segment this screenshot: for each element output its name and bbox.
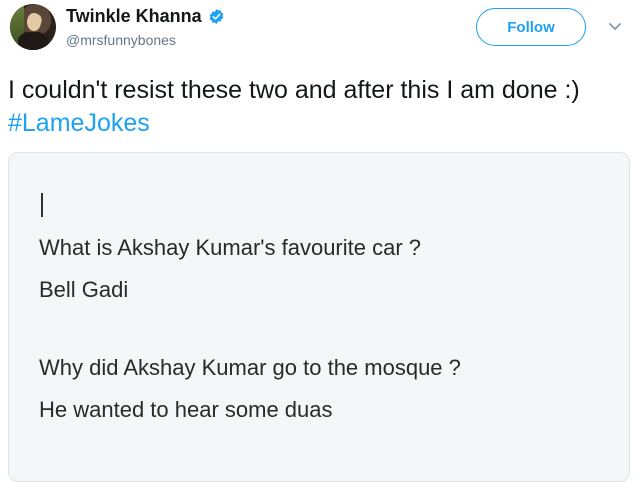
hashtag-link[interactable]: #LameJokes (8, 109, 150, 137)
avatar-body (18, 32, 48, 50)
tweet-body-text: I couldn't resist these two and after th… (8, 76, 580, 104)
avatar[interactable] (10, 4, 56, 50)
tweet-image[interactable]: What is Akshay Kumar's favourite car ? B… (8, 152, 630, 482)
name-row: Twinkle Khanna (66, 6, 225, 27)
follow-button[interactable]: Follow (476, 8, 586, 46)
joke-question-1: What is Akshay Kumar's favourite car ? (39, 235, 422, 260)
user-handle[interactable]: @mrsfunnybones (66, 32, 176, 48)
chevron-down-icon[interactable] (608, 22, 622, 32)
joke-answer-2: He wanted to hear some duas (39, 397, 333, 422)
joke-question-2: Why did Akshay Kumar go to the mosque ? (39, 355, 461, 380)
tweet-header: Twinkle Khanna @mrsfunnybones Follow (0, 0, 640, 62)
display-name[interactable]: Twinkle Khanna (66, 6, 202, 27)
avatar-face (27, 13, 41, 31)
joke-answer-1: Bell Gadi (39, 277, 129, 302)
text-cursor (41, 193, 43, 217)
tweet-text: I couldn't resist these two and after th… (8, 74, 628, 140)
verified-badge-icon (209, 9, 224, 24)
